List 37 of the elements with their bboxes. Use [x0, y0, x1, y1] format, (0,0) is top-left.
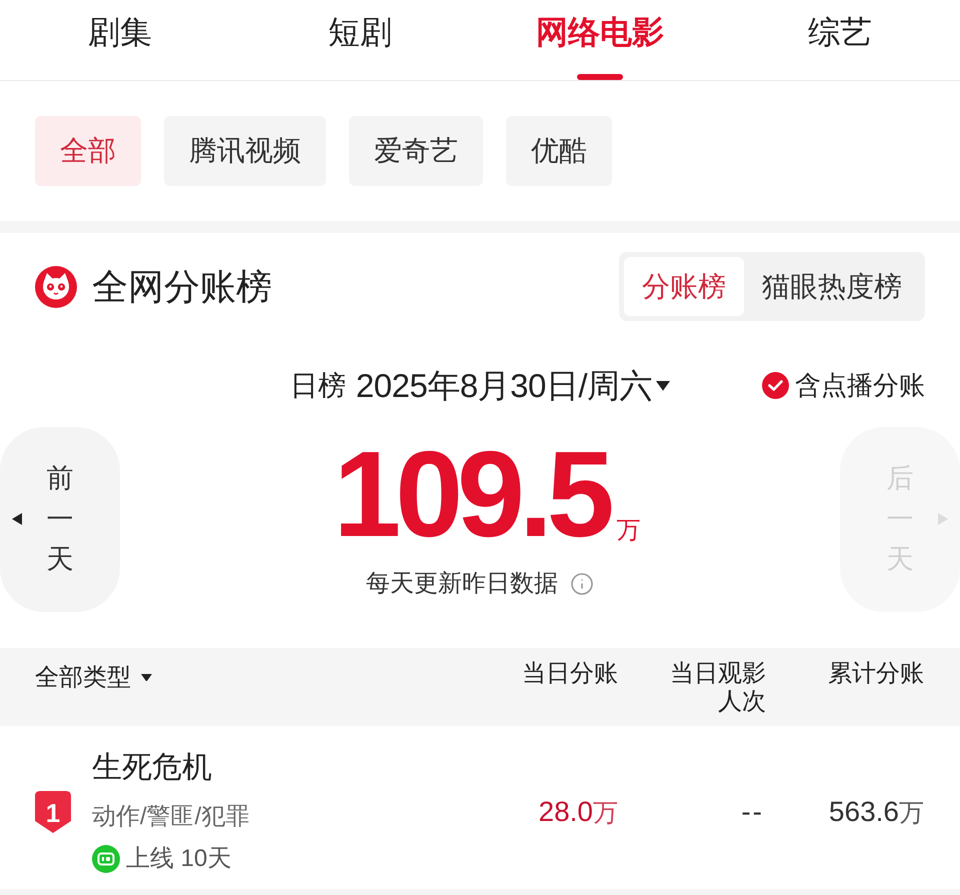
column-header: 当日观影人次 — [669, 660, 766, 716]
rank-badge: 1 — [35, 791, 71, 833]
caret-right-icon — [938, 513, 948, 525]
platform-filter-chip[interactable]: 全部 — [35, 116, 141, 186]
daily-viewers-cell-text: -- — [741, 795, 764, 829]
amount-unit: 万 — [616, 518, 641, 542]
movie-title[interactable]: 生死危机 — [92, 748, 250, 788]
active-tab-indicator — [577, 74, 623, 80]
caret-down-icon — [656, 380, 670, 391]
cat-logo-icon — [35, 266, 77, 308]
ranking-view-tab[interactable]: 分账榜 — [624, 257, 744, 316]
ranking-title: 全网分账榜 — [92, 264, 272, 308]
platform-filter-chip[interactable]: 优酷 — [506, 116, 612, 186]
movie-genres: 动作/警匪/犯罪 — [92, 802, 250, 832]
column-header: 当日分账 — [522, 660, 618, 688]
period-label: 日榜 — [290, 368, 346, 403]
include-vod-toggle[interactable]: 含点播分账 — [762, 366, 925, 406]
caret-left-icon — [12, 513, 22, 525]
platform-logo-icon — [92, 845, 120, 873]
release-days: 上线 10天 — [126, 842, 232, 876]
caret-down-icon — [141, 674, 152, 682]
category-tab[interactable]: 短剧 — [240, 0, 480, 80]
category-tab[interactable]: 剧集 — [0, 0, 240, 80]
category-tab[interactable]: 网络电影 — [480, 0, 720, 80]
date-dropdown[interactable]: 2025年8月30日/周六 — [356, 361, 670, 410]
column-header: 累计分账 — [828, 660, 924, 688]
update-note: 每天更新昨日数据 — [366, 568, 558, 598]
daily-share-cell-text: 28.0万 — [538, 795, 618, 829]
info-icon — [570, 572, 594, 596]
category-tab[interactable]: 综艺 — [720, 0, 960, 80]
total-share-cell-text: 563.6万 — [828, 795, 924, 829]
ranking-view-tab[interactable]: 猫眼热度榜 — [744, 257, 920, 316]
platform-filter-chip[interactable]: 腾讯视频 — [164, 116, 326, 186]
platform-filter-chip[interactable]: 爱奇艺 — [349, 116, 483, 186]
previous-day-button[interactable]: 前一天 — [0, 426, 120, 612]
genre-filter[interactable]: 全部类型 — [35, 660, 152, 696]
total-amount: 109.5 — [333, 432, 609, 554]
